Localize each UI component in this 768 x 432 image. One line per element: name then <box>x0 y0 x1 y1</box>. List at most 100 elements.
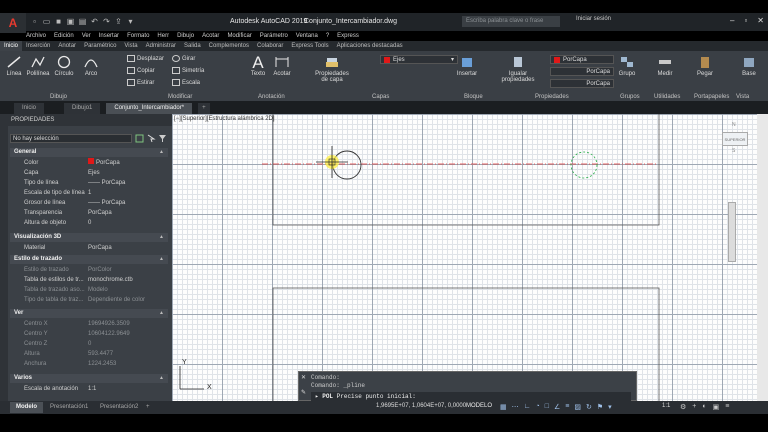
measure-button[interactable]: Medir <box>654 55 676 77</box>
selection-cycling-icon[interactable]: ↻ <box>586 403 592 411</box>
osnap-icon[interactable]: □ <box>545 403 549 411</box>
navigation-bar[interactable] <box>728 202 736 262</box>
menu-item[interactable]: Express <box>337 31 359 41</box>
prop-row-center-z[interactable]: Centro Z 0 <box>10 339 168 349</box>
fullscreen-icon[interactable]: ▣ <box>713 403 720 411</box>
wrench-icon[interactable]: ✎ <box>301 389 309 396</box>
ortho-icon[interactable]: ∟ <box>524 403 531 411</box>
prop-row-plotstyle[interactable]: Estilo de trazado PorColor <box>10 265 168 275</box>
layer-properties-button[interactable]: Propiedades de capa <box>312 55 352 83</box>
prop-row-linetype[interactable]: Tipo de línea —— PorCapa <box>10 178 168 188</box>
tab-inicio[interactable]: Inicio <box>0 41 23 51</box>
annotation-scale[interactable]: 1:1 <box>662 403 670 409</box>
group-button[interactable]: Grupo <box>616 55 638 77</box>
doc-tab-drawing1[interactable]: Dibujo1 <box>64 103 101 114</box>
match-properties-button[interactable]: Igualar propiedades <box>500 55 536 83</box>
menu-item[interactable]: Archivo <box>26 31 46 41</box>
autocad-logo-icon[interactable]: A <box>0 13 26 33</box>
gear-icon[interactable]: ⚙ <box>680 403 686 411</box>
menu-item[interactable]: Parámetro <box>260 31 288 41</box>
copy-button[interactable]: Copiar <box>127 67 155 74</box>
circle-button[interactable]: Círculo <box>53 55 75 77</box>
menu-item[interactable]: Edición <box>54 31 74 41</box>
layout-tab-1[interactable]: Presentación1 <box>44 402 94 413</box>
tab-aplicaciones[interactable]: Aplicaciones destacadas <box>333 41 407 51</box>
selection-dropdown[interactable]: No hay selección <box>10 134 132 143</box>
menu-item[interactable]: Formato <box>127 31 149 41</box>
transparency-icon[interactable]: ▨ <box>574 403 581 411</box>
coordinate-readout[interactable]: 1,9695E+07, 1,0604E+07, 0,0000 <box>376 403 466 409</box>
viewcube-south[interactable]: S <box>732 148 735 154</box>
model-space-button[interactable]: MODELO <box>466 403 492 409</box>
minimize-icon[interactable]: – <box>730 16 734 25</box>
prop-row-plot-table-type[interactable]: Tipo de tabla de traz... Dependiente de c… <box>10 295 168 305</box>
tab-express-tools[interactable]: Express Tools <box>287 41 332 51</box>
lineweight-icon[interactable]: ≡ <box>565 403 569 411</box>
mirror-button[interactable]: Simetría <box>172 67 204 74</box>
menu-item[interactable]: Ver <box>82 31 91 41</box>
menu-item[interactable]: Herr <box>157 31 169 41</box>
menu-item[interactable]: Dibujo <box>177 31 194 41</box>
search-input[interactable]: Escriba palabra clave o frase <box>462 16 560 27</box>
prop-row-center-y[interactable]: Centro Y 10604122.9649 <box>10 329 168 339</box>
prop-row-material[interactable]: Material PorCapa <box>10 243 168 253</box>
section-3d-visualization[interactable]: Visualización 3D <box>10 233 168 242</box>
menu-item[interactable]: Modificar <box>227 31 251 41</box>
menu-item[interactable]: Ventana <box>296 31 318 41</box>
menu-item[interactable]: ? <box>326 31 329 41</box>
chevron-down-icon[interactable]: ▾ <box>608 403 612 411</box>
prop-row-center-x[interactable]: Centro X 19694926.3509 <box>10 319 168 329</box>
tab-administrar[interactable]: Administrar <box>142 41 180 51</box>
section-misc[interactable]: Varios <box>10 374 168 383</box>
doc-tab-start[interactable]: Inicio <box>14 103 45 114</box>
quick-select-icon[interactable] <box>158 134 167 143</box>
palette-side-strip[interactable] <box>0 114 8 401</box>
prop-row-thickness[interactable]: Altura de objeto 0 <box>10 218 168 228</box>
move-button[interactable]: Desplazar <box>127 55 164 62</box>
viewcube[interactable]: N SUPERIOR S <box>722 122 748 154</box>
new-file-icon[interactable]: ▫ <box>30 17 39 26</box>
maximize-icon[interactable]: ▫ <box>744 16 747 25</box>
arc-button[interactable]: Arco <box>80 55 102 77</box>
section-plot-style[interactable]: Estilo de trazado <box>10 255 168 264</box>
tab-vista[interactable]: Vista <box>120 41 141 51</box>
plus-icon[interactable]: + <box>692 403 696 411</box>
redo-icon[interactable]: ↷ <box>102 17 111 26</box>
select-objects-icon[interactable] <box>147 134 156 143</box>
base-view-button[interactable]: Base <box>738 55 760 77</box>
isolate-icon[interactable]: ◐ <box>702 403 706 411</box>
tab-colaborar[interactable]: Colaborar <box>253 41 287 51</box>
prop-row-ltscale[interactable]: Escala de tipo de línea 1 <box>10 188 168 198</box>
menu-item[interactable]: Insertar <box>99 31 119 41</box>
grid-icon[interactable]: ▦ <box>500 403 507 411</box>
add-layout-button[interactable]: + <box>140 402 156 413</box>
scale-button[interactable]: Escala <box>172 79 200 86</box>
tab-anotar[interactable]: Anotar <box>54 41 80 51</box>
otrack-icon[interactable]: ∠ <box>554 403 560 411</box>
viewcube-north[interactable]: N <box>732 122 736 128</box>
layout-tab-2[interactable]: Presentación2 <box>94 402 144 413</box>
prop-row-plot-table-attached[interactable]: Tabla de trazado aso... Modelo <box>10 285 168 295</box>
annotation-visibility-icon[interactable]: ⚑ <box>597 403 603 411</box>
green-dashed-circle[interactable] <box>570 151 598 179</box>
menu-item[interactable]: Acotar <box>202 31 219 41</box>
upper-frame-rect[interactable] <box>272 114 660 226</box>
layer-dropdown[interactable]: Ejes ▾ <box>380 55 458 64</box>
undo-icon[interactable]: ↶ <box>90 17 99 26</box>
chevron-down-icon[interactable]: ▾ <box>126 17 135 26</box>
prop-row-width[interactable]: Anchura 1224.2453 <box>10 359 168 369</box>
dimension-button[interactable]: Acotar <box>271 55 293 77</box>
tab-insercion[interactable]: Inserción <box>22 41 54 51</box>
linetype-dropdown[interactable]: PorCapa <box>550 67 614 76</box>
lineweight-dropdown[interactable]: PorCapa <box>550 79 614 88</box>
prop-row-annotation-scale[interactable]: Escala de anotación 1:1 <box>10 384 168 394</box>
prop-row-transparency[interactable]: Transparencia PorCapa <box>10 208 168 218</box>
paste-button[interactable]: Pegar <box>694 55 716 77</box>
snap-icon[interactable]: ⋯ <box>512 403 519 411</box>
share-icon[interactable]: ⇪ <box>114 17 123 26</box>
save-as-icon[interactable]: ▣ <box>66 17 75 26</box>
prop-row-height[interactable]: Altura 593.4477 <box>10 349 168 359</box>
polar-icon[interactable]: ◔ <box>535 403 539 411</box>
prop-row-lineweight[interactable]: Grosor de línea —— PorCapa <box>10 198 168 208</box>
line-button[interactable]: Línea <box>4 55 24 77</box>
